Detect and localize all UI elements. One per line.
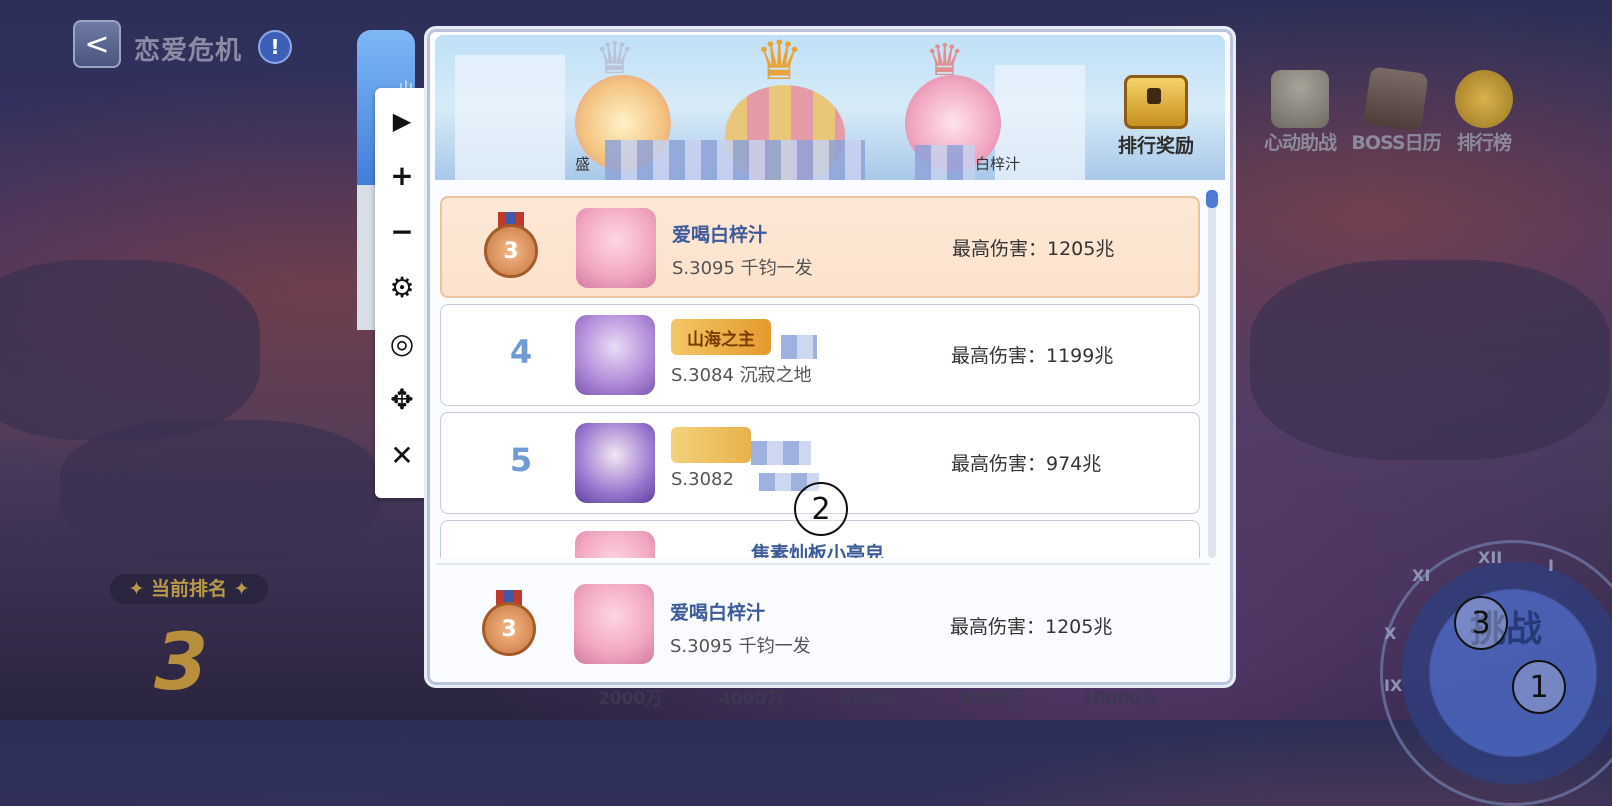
dial-numeral: XII [1478, 548, 1503, 567]
max-damage: 最高伤害：1199兆 [951, 345, 1114, 367]
damage-progress-ticks: 2000万 4000万 6000万 8000万 10000万 [598, 684, 1158, 709]
background-rock [0, 260, 260, 440]
rank-reward-button[interactable]: 排行奖励 [1113, 75, 1199, 165]
name-blur [781, 335, 817, 359]
crosshair-marker-3: 3 [1454, 596, 1508, 650]
gold-crown-icon: ♛ [755, 35, 804, 92]
max-damage: 最高伤害：1205兆 [950, 616, 1113, 638]
top-three-banner: ♛ ♛ ♛ 盛 白梓汁 [435, 35, 1225, 180]
second-place-name: 盛 [575, 155, 591, 173]
divider [436, 563, 1210, 565]
calendar-book-icon [1363, 66, 1429, 132]
medal-icon [1455, 70, 1513, 128]
rank-number: 4 [509, 333, 533, 371]
dial-numeral: X [1384, 624, 1397, 643]
title-badge: 山海之主 [671, 319, 771, 355]
info-button[interactable]: ! [258, 30, 292, 64]
table-row[interactable]: 3 爱喝白梓汁 S.3095 千钧一发 最高伤害：1205兆 [440, 196, 1200, 298]
current-rank-value: 3 [154, 618, 209, 708]
avatar[interactable] [575, 315, 655, 395]
back-button[interactable]: < [73, 20, 121, 68]
support-battle-button[interactable]: 心动助战 [1252, 70, 1348, 155]
leaderboard-button[interactable]: 排行榜 [1444, 70, 1524, 155]
dial-numeral: I [1548, 556, 1554, 575]
current-rank-caption: ✦ 当前排名 ✦ [110, 574, 268, 604]
player-server: S.3082 [671, 469, 734, 490]
eye-hidden-icon[interactable]: ◎ [375, 318, 429, 368]
building-decoration [455, 55, 565, 180]
silver-crown-icon: ♛ [595, 35, 635, 84]
crosshair-marker-2: 2 [794, 482, 848, 536]
crosshair-marker-1: 1 [1512, 660, 1566, 714]
back-arrow-icon: < [84, 26, 110, 62]
table-row[interactable]: 4 山海之主 S.3084 沉寂之地 最高伤害：1199兆 [440, 304, 1200, 406]
my-rank-row: 3 爱喝白梓汁 S.3095 千钧一发 最高伤害：1205兆 [436, 566, 1210, 684]
avatar[interactable] [575, 423, 655, 503]
third-place-name: 白梓汁 [975, 155, 1021, 173]
bronze-crown-icon: ♛ [925, 35, 965, 86]
player-name: 爱喝白梓汁 [672, 224, 768, 246]
rank-number: 5 [509, 441, 533, 479]
floating-toolbar: ▶ + − ⚙ ◎ ✥ ✕ [375, 88, 429, 498]
boss-calendar-button[interactable]: BOSS日历 [1348, 66, 1444, 155]
player-server: S.3095 千钧一发 [672, 258, 813, 279]
people-icon [1271, 70, 1329, 128]
play-icon[interactable]: ▶ [375, 96, 429, 146]
tick-label: 8000万 [960, 689, 1026, 709]
support-battle-label: 心动助战 [1263, 132, 1337, 154]
plus-icon[interactable]: + [375, 150, 429, 200]
boss-calendar-label: BOSS日历 [1351, 132, 1441, 154]
max-damage: 最高伤害：974兆 [951, 453, 1102, 475]
dial-numeral: XI [1412, 566, 1431, 585]
dial-numeral: IX [1384, 676, 1403, 695]
tick-label: 6000万 [839, 689, 905, 709]
name-blur [751, 441, 811, 465]
name-blur [915, 145, 975, 180]
background-rock [60, 420, 380, 560]
bronze-medal-icon: 3 [480, 590, 538, 658]
treasure-chest-icon [1124, 75, 1188, 129]
avatar[interactable] [576, 208, 656, 288]
background-rock [1250, 260, 1610, 460]
rank-reward-label: 排行奖励 [1117, 135, 1194, 157]
max-damage: 最高伤害：1205兆 [952, 238, 1115, 260]
list-scrollbar[interactable] [1206, 190, 1218, 558]
bronze-medal-icon: 3 [482, 212, 540, 280]
page-title: 恋爱危机 [134, 36, 243, 66]
player-name: 爱喝白梓汁 [670, 602, 766, 624]
gear-icon[interactable]: ⚙ [375, 262, 429, 312]
move-icon[interactable]: ✥ [375, 374, 429, 424]
avatar[interactable] [575, 531, 655, 558]
scrollbar-thumb[interactable] [1206, 190, 1218, 208]
leaderboard-label: 排行榜 [1456, 132, 1512, 154]
medal-rank: 3 [484, 224, 538, 278]
tick-label: 10000万 [1081, 689, 1158, 709]
medal-rank: 3 [482, 602, 536, 656]
player-server: S.3084 沉寂之地 [671, 365, 812, 386]
tick-label: 2000万 [598, 689, 663, 709]
title-badge [671, 427, 751, 463]
name-blur [605, 140, 865, 180]
minus-icon[interactable]: − [375, 206, 429, 256]
player-name: 焦素灿板小亭皃 [751, 543, 885, 558]
close-icon[interactable]: ✕ [375, 430, 429, 480]
player-server: S.3095 千钧一发 [670, 636, 811, 657]
avatar[interactable] [574, 584, 654, 664]
tick-label: 4000万 [718, 689, 784, 709]
